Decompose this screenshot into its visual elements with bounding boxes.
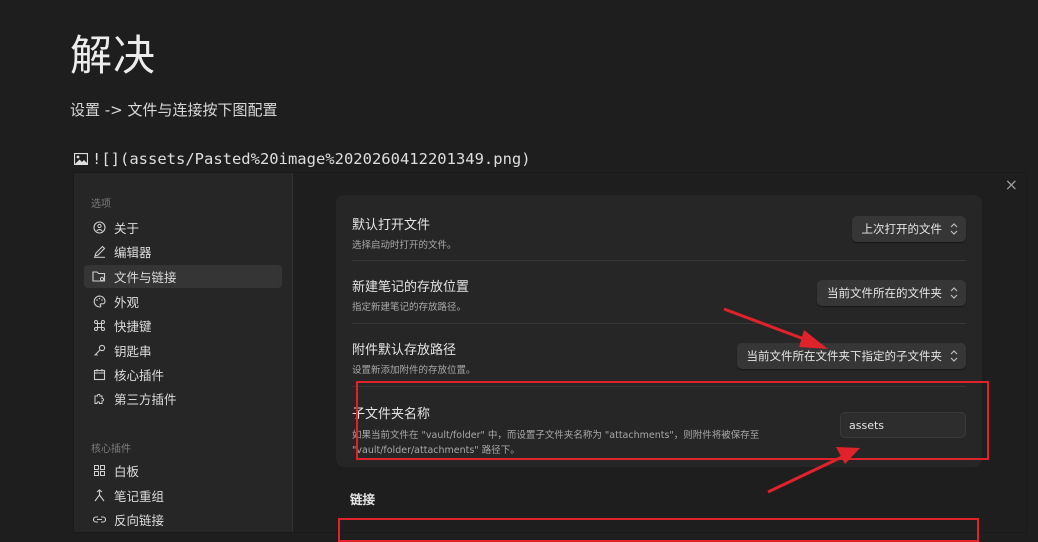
puzzle-icon	[92, 392, 106, 406]
chevron-updown-icon	[950, 287, 958, 299]
settings-sidebar: 选项 关于 编辑器 文件与链接 外观 快捷键 钥匙串 核心插件 第三方插件 核心…	[74, 173, 293, 532]
divider	[352, 260, 966, 261]
sidebar-item-label: 白板	[114, 464, 140, 479]
chevron-updown-icon	[950, 350, 958, 362]
page-heading: 解决	[70, 31, 157, 80]
settings-content: × 默认打开文件 选择启动时打开的文件。 上次打开的文件 新建笔记的存放位置 指…	[293, 173, 1026, 532]
folder-link-icon	[92, 270, 106, 284]
sidebar-item-label: 钥匙串	[114, 344, 152, 359]
calendar-icon	[92, 368, 106, 382]
sidebar-item-canvas[interactable]: 白板	[84, 459, 282, 482]
sidebar-item-label: 笔记重组	[114, 489, 165, 504]
sidebar-item-community-plugins[interactable]: 第三方插件	[84, 387, 282, 410]
sidebar-item-core-plugins[interactable]: 核心插件	[84, 363, 282, 386]
sidebar-item-keychain[interactable]: 钥匙串	[84, 339, 282, 362]
dropdown-value: 当前文件所在文件夹下指定的子文件夹	[746, 349, 943, 363]
key-icon	[92, 344, 106, 358]
close-icon[interactable]: ×	[1005, 175, 1018, 194]
backlink-icon	[92, 513, 106, 527]
sidebar-item-label: 快捷键	[114, 319, 152, 334]
about-icon	[92, 221, 106, 235]
chevron-updown-icon	[950, 223, 958, 235]
sidebar-item-appearance[interactable]: 外观	[84, 290, 282, 313]
sidebar-item-editor[interactable]: 编辑器	[84, 240, 282, 263]
sidebar-item-label: 关于	[114, 221, 140, 236]
attachment-location-dropdown[interactable]: 当前文件所在文件夹下指定的子文件夹	[736, 343, 966, 369]
image-embed-line[interactable]: ![](assets/Pasted%20image%20202604122013…	[74, 150, 531, 168]
pen-icon	[92, 245, 106, 259]
image-embed-markdown: ![](assets/Pasted%20image%20202604122013…	[92, 150, 531, 168]
sidebar-item-label: 外观	[114, 295, 140, 310]
sidebar-item-label: 文件与链接	[114, 270, 177, 285]
sidebar-item-about[interactable]: 关于	[84, 216, 282, 239]
highlight-box-subfolder	[356, 381, 989, 460]
default-file-dropdown[interactable]: 上次打开的文件	[851, 216, 966, 242]
section-heading-links: 链接	[350, 492, 376, 507]
sidebar-item-backlinks[interactable]: 反向链接	[84, 508, 282, 531]
sidebar-item-label: 编辑器	[114, 245, 152, 260]
sidebar-item-label: 核心插件	[114, 368, 165, 383]
image-icon	[74, 153, 88, 165]
divider	[352, 323, 966, 324]
highlight-box-links	[338, 518, 979, 542]
dropdown-value: 上次打开的文件	[861, 222, 943, 236]
command-icon	[92, 319, 106, 333]
settings-screenshot: 选项 关于 编辑器 文件与链接 外观 快捷键 钥匙串 核心插件 第三方插件 核心…	[73, 172, 1027, 533]
new-note-location-dropdown[interactable]: 当前文件所在的文件夹	[817, 280, 966, 306]
palette-icon	[92, 295, 106, 309]
instruction-paragraph: 设置 -> 文件与连接按下图配置	[70, 101, 278, 119]
sidebar-item-note-composer[interactable]: 笔记重组	[84, 484, 282, 507]
sidebar-item-label: 反向链接	[114, 513, 165, 528]
sidebar-item-hotkeys[interactable]: 快捷键	[84, 314, 282, 337]
sidebar-section-options: 选项	[91, 199, 111, 210]
merge-icon	[92, 489, 106, 503]
grid-icon	[92, 464, 106, 478]
sidebar-item-label: 第三方插件	[114, 392, 177, 407]
sidebar-section-core: 核心插件	[91, 444, 131, 455]
sidebar-item-files-links[interactable]: 文件与链接	[84, 265, 282, 288]
dropdown-value: 当前文件所在的文件夹	[827, 286, 942, 300]
